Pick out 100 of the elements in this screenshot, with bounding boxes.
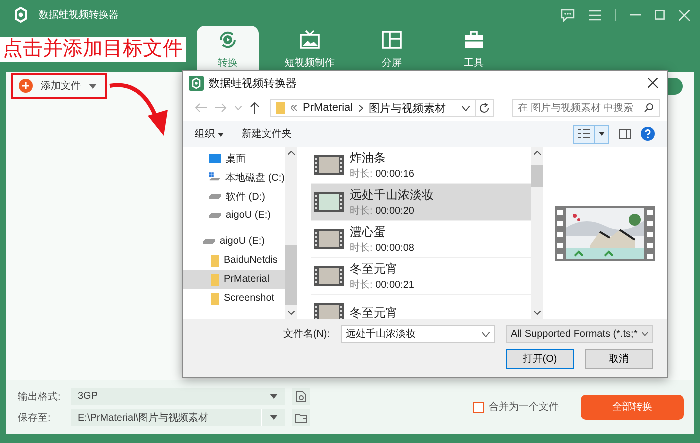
duration-label: 时长: [350, 206, 373, 216]
open-button[interactable]: 打开(O) [506, 349, 574, 369]
app-logo-icon [189, 76, 204, 90]
duration-value: 00:00:16 [376, 168, 414, 180]
file-name-field[interactable]: 远处千山浓淡妆 [341, 325, 495, 343]
address-bar[interactable]: PrMaterial 图片与视频素材 [270, 99, 476, 117]
breadcrumb-item[interactable]: PrMaterial [303, 102, 354, 114]
help-icon[interactable] [641, 127, 655, 141]
file-name: 远处千山浓淡妆 [350, 186, 434, 204]
close-icon[interactable] [648, 78, 658, 88]
chat-icon[interactable] [561, 8, 575, 22]
scrollbar-thumb[interactable] [285, 245, 297, 305]
dialog-title: 数据蛙视频转换器 [209, 76, 297, 90]
chevron-right-icon [359, 104, 364, 112]
chevron-down-icon [482, 332, 490, 336]
caret-icon [270, 394, 278, 399]
nav-item[interactable]: aigoU (E:) [183, 206, 285, 225]
output-format-label: 输出格式: [18, 390, 62, 404]
folder-icon [276, 102, 285, 114]
save-path-dropdown[interactable]: E:\PrMaterial\图片与视频素材 [71, 409, 285, 426]
preview-pane-icon[interactable] [619, 129, 631, 139]
plus-icon [19, 79, 33, 93]
duration-value: 00:00:08 [376, 242, 414, 254]
app-title: 数据蛙视频转换器 [39, 8, 119, 22]
nav-item[interactable]: PrMaterial [183, 270, 285, 289]
file-name: 澧心蛋 [350, 224, 387, 240]
caret-icon [270, 415, 278, 420]
view-options-button[interactable] [573, 124, 609, 144]
folder-icon [211, 274, 219, 286]
drive-icon [209, 194, 221, 199]
nav-item[interactable]: 桌面 [183, 149, 285, 168]
caret-icon [599, 132, 605, 136]
folder-icon [211, 254, 219, 266]
caret-icon [89, 84, 97, 88]
file-name: 炸油条 [350, 150, 387, 166]
breadcrumb-item[interactable]: 图片与视频素材 [369, 100, 446, 116]
chevron-down-icon [642, 332, 648, 336]
menu-icon[interactable] [589, 10, 601, 20]
scrollbar[interactable] [531, 147, 543, 319]
tv-icon [299, 28, 321, 50]
duration-label: 时长: [350, 168, 373, 180]
add-file-button[interactable]: 添加文件 [11, 73, 107, 99]
drive-icon [209, 213, 221, 218]
file-item[interactable]: 远处千山浓淡妆 时长: 00:00:20 [311, 184, 531, 221]
cancel-button[interactable]: 取消 [585, 349, 653, 369]
scroll-up-icon[interactable] [288, 151, 294, 155]
file-item[interactable]: 澧心蛋 时长: 00:00:08 [311, 221, 531, 258]
scrollbar-thumb[interactable] [531, 165, 543, 187]
output-format-dropdown[interactable]: 3GP [71, 388, 285, 405]
video-thumbnail [314, 192, 344, 212]
app-logo-icon [13, 7, 29, 23]
tab[interactable]: 短视频制作 [279, 26, 341, 72]
video-thumbnail [314, 229, 344, 249]
video-thumbnail [314, 303, 344, 319]
tab[interactable]: 转换 [197, 26, 259, 72]
system-drive-icon [209, 172, 221, 183]
settings-icon [296, 390, 306, 402]
duration-label: 时长: [350, 280, 373, 290]
merge-checkbox[interactable]: 合并为一个文件 [473, 400, 559, 414]
curved-arrow-drawing [108, 80, 170, 138]
double-chevron-left-icon[interactable] [291, 105, 297, 111]
desktop-icon [209, 154, 221, 164]
search-field[interactable]: 在 图片与视频素材 中搜索 [512, 99, 660, 117]
maximize-icon[interactable] [655, 10, 665, 20]
up-arrow-icon[interactable] [250, 102, 260, 114]
tab[interactable]: 工具 [443, 26, 505, 72]
scroll-up-icon[interactable] [534, 151, 540, 155]
nav-item[interactable]: Screenshot [183, 289, 285, 308]
drive-icon [203, 239, 215, 244]
duration-value: 00:00:20 [376, 206, 414, 216]
tab[interactable]: 分屏 [361, 26, 423, 72]
nav-item[interactable]: BaiduNetdis [183, 251, 285, 270]
chevron-down-icon[interactable] [462, 106, 470, 110]
scrollbar[interactable] [285, 147, 297, 319]
search-icon [644, 103, 654, 113]
file-name-label: 文件名(N): [283, 328, 330, 341]
duration-value: 00:00:21 [376, 280, 414, 290]
scroll-down-icon[interactable] [288, 311, 294, 315]
open-folder-button[interactable] [292, 409, 310, 426]
details-view-icon [578, 129, 590, 139]
split-screen-icon [381, 28, 403, 50]
video-thumbnail [314, 266, 344, 286]
format-settings-button[interactable] [292, 388, 310, 405]
nav-item[interactable]: aigoU (E:) [183, 232, 285, 251]
file-type-dropdown[interactable]: All Supported Formats (*.ts;* [506, 325, 653, 343]
refresh-button[interactable] [476, 99, 494, 117]
file-item[interactable]: 冬至元宵 时长: 00:00:21 [311, 258, 531, 295]
file-name: 冬至元宵 [350, 260, 399, 278]
file-name: 冬至元宵 [350, 304, 398, 319]
nav-item[interactable]: 软件 (D:) [183, 187, 285, 206]
new-folder-button[interactable]: 新建文件夹 [238, 125, 296, 143]
duration-label: 时长: [350, 242, 373, 254]
folder-icon [211, 292, 219, 304]
refresh-icon [479, 102, 490, 114]
scroll-down-icon[interactable] [534, 311, 540, 315]
folder-icon [295, 412, 307, 422]
nav-item[interactable]: 本地磁盘 (C:) [183, 168, 285, 187]
annotation-label: 点击并添加目标文件 [0, 37, 186, 62]
organize-menu-button[interactable]: 组织 [191, 125, 228, 143]
caret-icon [218, 133, 224, 137]
